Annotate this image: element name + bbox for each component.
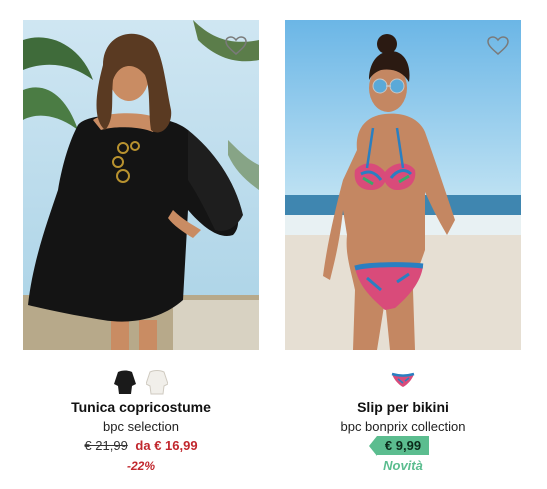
product-image-tunica[interactable] [23, 20, 259, 350]
product-brand: bpc selection [103, 419, 179, 434]
swatch-black[interactable] [113, 367, 137, 397]
price-line: € 9,99 [285, 436, 521, 456]
price-line: € 21,99 da € 16,99 [23, 438, 259, 453]
swatch-tropical-print[interactable] [390, 371, 416, 393]
new-badge: Novità [383, 458, 423, 473]
discount-badge: -22% [126, 459, 155, 473]
wishlist-heart-icon[interactable] [225, 36, 247, 56]
wishlist-heart-icon[interactable] [487, 36, 509, 56]
price-badge: € 9,99 [368, 436, 430, 456]
swatch-white[interactable] [145, 367, 169, 397]
product-image-slip-bikini[interactable] [285, 20, 521, 350]
product-name[interactable]: Slip per bikini [285, 399, 521, 415]
color-swatches [285, 367, 521, 393]
sale-price: da € 16,99 [135, 438, 198, 453]
color-swatches [23, 367, 259, 397]
old-price: € 21,99 [84, 438, 128, 453]
product-brand: bpc bonprix collection [340, 419, 466, 434]
product-name[interactable]: Tunica copricostume [23, 399, 259, 415]
